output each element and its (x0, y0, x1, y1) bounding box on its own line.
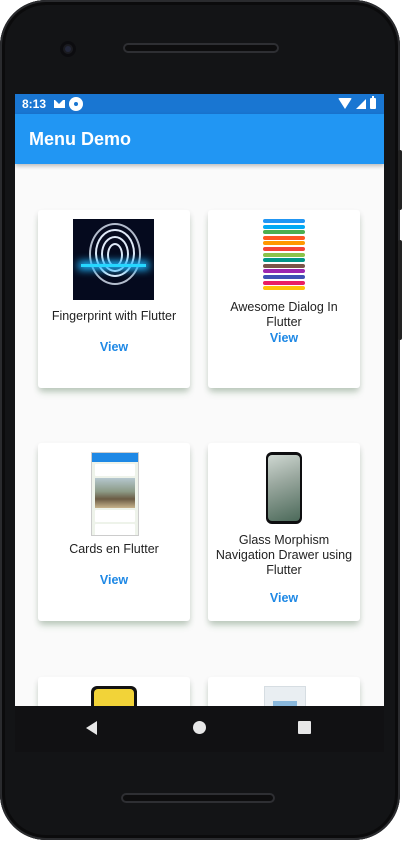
card-title: Glass Morphism Navigation Drawer using F… (215, 533, 353, 577)
dialog-color-bar (263, 252, 305, 257)
dialog-color-bar (263, 258, 305, 263)
card-partial-right (208, 677, 360, 706)
cell-signal-icon (356, 98, 366, 109)
view-button[interactable]: View (270, 331, 298, 345)
dialog-color-bar (263, 274, 305, 279)
view-button[interactable]: View (100, 340, 128, 354)
blue-screenshot-image (264, 686, 306, 706)
earpiece-speaker (123, 43, 279, 53)
gmail-icon (54, 100, 66, 108)
page-title: Menu Demo (29, 128, 132, 149)
system-nav-bar (15, 706, 384, 752)
yellow-phone-image (91, 686, 137, 706)
card-title: Fingerprint with Flutter (51, 309, 177, 323)
dialog-color-bar (263, 235, 305, 240)
app-bar: Menu Demo (15, 114, 384, 164)
dialog-color-bar (263, 219, 305, 223)
recents-icon[interactable] (298, 721, 311, 734)
back-icon[interactable] (86, 721, 97, 735)
card-awesome-dialog: Awesome Dialog In Flutter View (208, 210, 360, 388)
power-button (398, 150, 402, 210)
dialog-color-bar (263, 269, 305, 274)
card-fingerprint: Fingerprint with Flutter View (38, 210, 190, 388)
status-time: 8:13 (22, 97, 47, 111)
settings-gear-icon (71, 99, 82, 109)
fingerprint-image (73, 219, 154, 300)
app-screen: 8:13 Menu Demo Fingerprint with Flutter … (15, 94, 384, 706)
bottom-speaker (121, 793, 275, 803)
dialog-color-bar (263, 241, 305, 246)
dialog-color-bar (263, 286, 305, 291)
wifi-icon (338, 98, 352, 109)
card-partial-left (38, 677, 190, 706)
card-cards-flutter: Cards en Flutter View (38, 443, 190, 621)
dialog-color-bar (263, 263, 305, 268)
home-icon[interactable] (193, 721, 206, 734)
dialog-color-bar (263, 280, 305, 285)
card-title: Awesome Dialog In Flutter (230, 300, 338, 329)
card-title: Cards en Flutter (69, 542, 159, 556)
volume-button (398, 240, 402, 340)
battery-icon (370, 96, 376, 109)
status-bar: 8:13 (15, 94, 384, 114)
dialog-buttons-image (263, 219, 305, 291)
cards-app-image (91, 452, 139, 536)
phone-frame: 8:13 Menu Demo Fingerprint with Flutter … (0, 0, 402, 840)
view-button[interactable]: View (270, 591, 298, 605)
glass-drawer-phone-image (266, 452, 302, 524)
card-glass-morphism: Glass Morphism Navigation Drawer using F… (208, 443, 360, 621)
front-camera (60, 41, 76, 57)
dialog-color-bar (263, 246, 305, 251)
dialog-color-bar (263, 224, 305, 229)
view-button[interactable]: View (100, 573, 128, 587)
dialog-color-bar (263, 230, 305, 235)
